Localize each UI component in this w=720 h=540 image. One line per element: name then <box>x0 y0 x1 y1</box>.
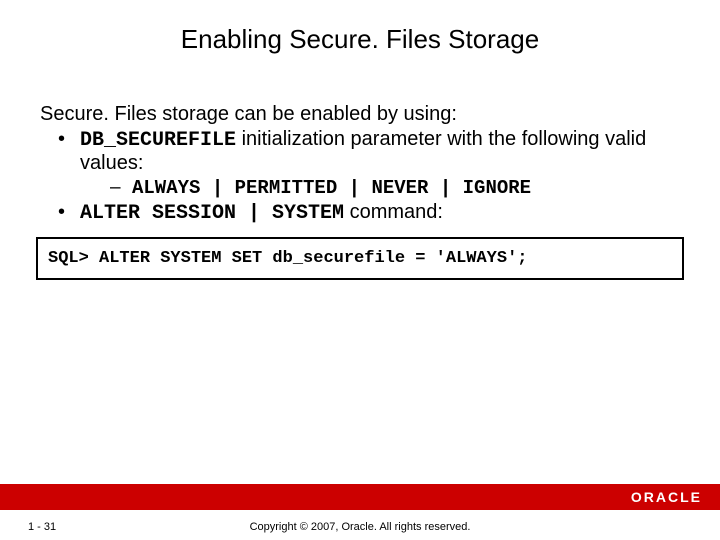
sub-item-1: ALWAYS | PERMITTED | NEVER | IGNORE <box>110 177 680 199</box>
copyright-text: Copyright © 2007, Oracle. All rights res… <box>0 521 720 533</box>
valid-values: ALWAYS | PERMITTED | NEVER | IGNORE <box>132 177 531 199</box>
oracle-logo: ORACLE <box>631 489 702 505</box>
intro-text: Secure. Files storage can be enabled by … <box>40 103 680 126</box>
command-name: ALTER SESSION | SYSTEM <box>80 202 344 225</box>
bullet-item-1: DB_SECUREFILE initialization parameter w… <box>58 128 680 199</box>
bullet-2-text: command: <box>344 201 443 223</box>
sub-list: ALWAYS | PERMITTED | NEVER | IGNORE <box>80 177 680 199</box>
footer-bar: ORACLE <box>0 484 720 510</box>
code-example: SQL> ALTER SYSTEM SET db_securefile = 'A… <box>36 237 684 280</box>
param-name: DB_SECUREFILE <box>80 129 236 152</box>
slide-title: Enabling Secure. Files Storage <box>0 0 720 55</box>
bullet-item-2: ALTER SESSION | SYSTEM command: <box>58 201 680 225</box>
slide-content: Secure. Files storage can be enabled by … <box>0 55 720 225</box>
bullet-list: DB_SECUREFILE initialization parameter w… <box>40 128 680 225</box>
